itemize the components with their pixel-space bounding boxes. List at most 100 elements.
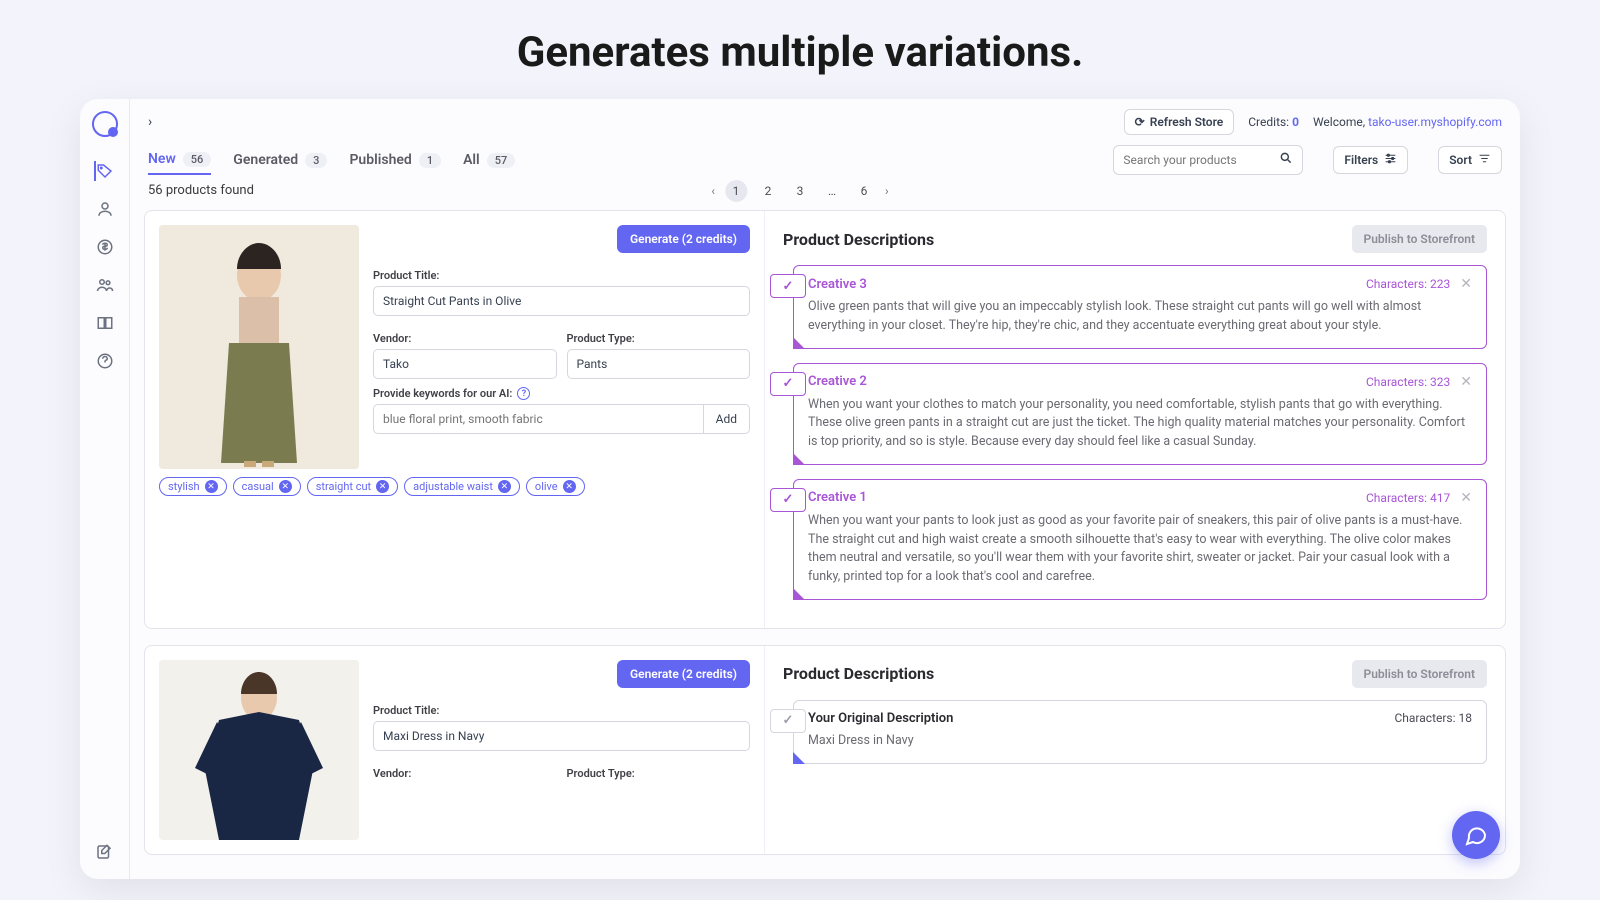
chip: casual✕ [233, 477, 301, 496]
page-2[interactable]: 2 [757, 180, 779, 202]
pagination: ‹ 1 2 3 … 6 › [711, 180, 888, 202]
creative-card[interactable]: ✓ Your Original DescriptionCharacters: 1… [793, 700, 1487, 764]
chip: stylish✕ [159, 477, 227, 496]
store-link[interactable]: tako-user.myshopify.com [1368, 115, 1502, 129]
help-icon[interactable] [95, 351, 115, 371]
user-icon[interactable] [95, 199, 115, 219]
welcome-text: Welcome, tako-user.myshopify.com [1313, 115, 1502, 129]
search-icon[interactable] [1279, 151, 1293, 169]
creative-card[interactable]: ✓ Creative 3Characters: 223✕ Olive green… [793, 265, 1487, 349]
sidebar [80, 99, 130, 879]
product-right: Product Descriptions Publish to Storefro… [765, 646, 1505, 854]
char-count: Characters: 417 [1366, 491, 1450, 505]
page-next[interactable]: › [885, 184, 889, 198]
book-icon[interactable] [95, 313, 115, 333]
close-icon[interactable]: ✕ [1460, 490, 1472, 506]
tab-count: 3 [305, 153, 327, 168]
refresh-store-button[interactable]: ⟳ Refresh Store [1124, 109, 1235, 135]
chip-remove-icon[interactable]: ✕ [205, 480, 218, 493]
refresh-label: Refresh Store [1150, 115, 1224, 129]
chip: adjustable waist✕ [404, 477, 520, 496]
product-title-label: Product Title: [373, 704, 750, 717]
chevron-right-icon[interactable]: › [148, 114, 152, 130]
app-logo-icon [92, 111, 118, 137]
tab-label: New [148, 151, 176, 167]
product-image [159, 225, 359, 469]
credits-display: Credits: 0 [1248, 115, 1299, 129]
creative-body: When you want your pants to look just as… [808, 512, 1472, 587]
char-count: Characters: 18 [1394, 711, 1472, 725]
topbar: › ⟳ Refresh Store Credits: 0 Welcome, ta… [130, 99, 1520, 145]
publish-button[interactable]: Publish to Storefront [1352, 225, 1488, 253]
search-input[interactable] [1123, 153, 1279, 167]
chip: olive✕ [526, 477, 585, 496]
chip-remove-icon[interactable]: ✕ [563, 480, 576, 493]
check-icon[interactable]: ✓ [770, 372, 806, 396]
keywords-label: Provide keywords for our AI:? [373, 387, 750, 400]
users-icon[interactable] [95, 275, 115, 295]
hero-title: Generates multiple variations. [0, 0, 1600, 99]
creative-card[interactable]: ✓ Creative 1Characters: 417✕ When you wa… [793, 479, 1487, 600]
page-1[interactable]: 1 [725, 180, 747, 202]
product-title-input[interactable] [373, 286, 750, 316]
product-type-label: Product Type: [567, 767, 751, 780]
product-title-input[interactable] [373, 721, 750, 751]
app-window: › ⟳ Refresh Store Credits: 0 Welcome, ta… [80, 99, 1520, 879]
filters-label: Filters [1344, 153, 1378, 167]
chip-remove-icon[interactable]: ✕ [376, 480, 389, 493]
vendor-input[interactable] [373, 349, 557, 379]
add-keyword-button[interactable]: Add [703, 404, 750, 434]
tab-count: 1 [419, 153, 441, 168]
sort-button[interactable]: Sort [1438, 146, 1502, 174]
publish-button[interactable]: Publish to Storefront [1352, 660, 1488, 688]
product-right: Product Descriptions Publish to Storefro… [765, 211, 1505, 628]
chip-remove-icon[interactable]: ✕ [279, 480, 292, 493]
descriptions-heading: Product Descriptions [783, 664, 934, 683]
search-box[interactable] [1113, 145, 1303, 175]
chat-fab[interactable] [1452, 811, 1500, 859]
product-left: Generate (2 credits) Product Title: Vend… [145, 211, 765, 628]
tab-label: Generated [233, 152, 298, 168]
page-prev[interactable]: ‹ [711, 184, 715, 198]
keyword-chips: stylish✕ casual✕ straight cut✕ adjustabl… [159, 469, 750, 496]
page-6[interactable]: 6 [853, 180, 875, 202]
generate-button[interactable]: Generate (2 credits) [617, 225, 750, 253]
chip-remove-icon[interactable]: ✕ [498, 480, 511, 493]
close-icon[interactable]: ✕ [1460, 276, 1472, 292]
product-left: Generate (2 credits) Product Title: Vend… [145, 646, 765, 854]
help-icon[interactable]: ? [517, 387, 530, 400]
results-count: 56 products found [148, 183, 254, 198]
creative-name: Creative 1 [808, 490, 867, 505]
tab-new[interactable]: New 56 [148, 145, 211, 175]
tab-label: All [463, 152, 480, 168]
close-icon[interactable]: ✕ [1460, 374, 1472, 390]
product-card: Generate (2 credits) Product Title: Vend… [144, 645, 1506, 855]
compose-icon[interactable] [95, 843, 113, 865]
tab-generated[interactable]: Generated 3 [233, 146, 327, 174]
check-icon[interactable]: ✓ [770, 488, 806, 512]
creative-body: When you want your clothes to match your… [808, 396, 1472, 452]
creative-card[interactable]: ✓ Creative 2Characters: 323✕ When you wa… [793, 363, 1487, 465]
filters-button[interactable]: Filters [1333, 146, 1408, 174]
generate-button[interactable]: Generate (2 credits) [617, 660, 750, 688]
vendor-label: Vendor: [373, 332, 557, 345]
page-3[interactable]: 3 [789, 180, 811, 202]
creative-body: Olive green pants that will give you an … [808, 298, 1472, 336]
sliders-icon [1384, 152, 1397, 168]
dollar-icon[interactable] [95, 237, 115, 257]
tab-bar: New 56 Generated 3 Published 1 All 57 [130, 145, 1520, 175]
product-type-label: Product Type: [567, 332, 751, 345]
product-image [159, 660, 359, 840]
tag-icon[interactable] [94, 161, 114, 181]
tab-count: 56 [183, 152, 212, 167]
tab-all[interactable]: All 57 [463, 146, 515, 174]
check-icon[interactable]: ✓ [770, 274, 806, 298]
keyword-input[interactable] [373, 404, 703, 434]
product-type-input[interactable] [567, 349, 751, 379]
sort-label: Sort [1449, 153, 1472, 167]
check-icon[interactable]: ✓ [770, 709, 806, 733]
product-card: Generate (2 credits) Product Title: Vend… [144, 210, 1506, 629]
char-count: Characters: 223 [1366, 277, 1450, 291]
tab-published[interactable]: Published 1 [349, 146, 441, 174]
product-title-label: Product Title: [373, 269, 750, 282]
